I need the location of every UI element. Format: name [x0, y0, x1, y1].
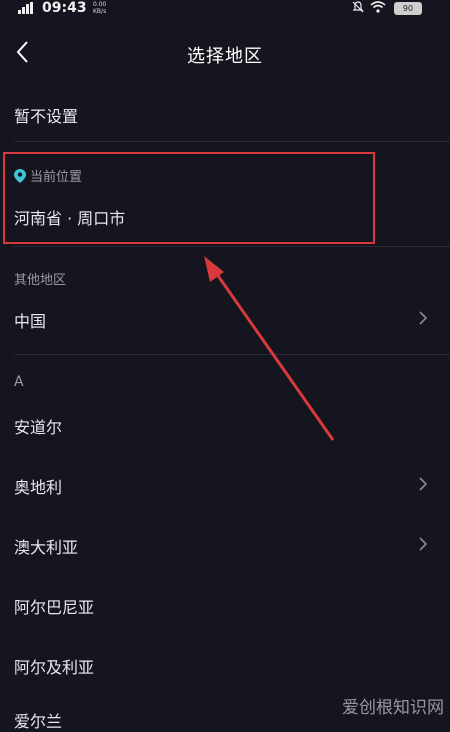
region-item[interactable]: 奥地利 — [14, 474, 62, 498]
net-speed-unit: KB/s — [93, 8, 107, 15]
divider — [14, 246, 450, 247]
header: 选择地区 — [0, 30, 450, 78]
signal-icon — [18, 2, 38, 17]
region-item[interactable]: 阿尔巴尼亚 — [14, 594, 94, 618]
watermark: 爱创根知识网 — [342, 698, 444, 718]
net-speed-value: 0.00 — [93, 1, 107, 8]
region-item[interactable]: 爱尔兰 — [14, 708, 62, 732]
region-item[interactable]: 澳大利亚 — [14, 534, 78, 558]
divider — [14, 141, 450, 142]
region-item-china[interactable]: 中国 — [14, 308, 46, 332]
chevron-right-icon — [418, 536, 428, 551]
divider — [14, 354, 450, 355]
battery-icon: 90 — [394, 2, 422, 15]
section-letter-a: A — [14, 374, 24, 390]
region-item[interactable]: 安道尔 — [14, 414, 62, 438]
chevron-right-icon — [418, 310, 428, 325]
clock: 09:43 — [42, 0, 87, 16]
annotation-highlight-box — [3, 152, 375, 244]
status-bar: 09:43 0.00 KB/s 90 — [0, 0, 450, 18]
other-regions-label: 其他地区 — [14, 273, 67, 288]
page-title: 选择地区 — [187, 46, 263, 67]
chevron-right-icon — [418, 476, 428, 491]
wifi-icon — [370, 1, 386, 16]
region-item[interactable]: 阿尔及利亚 — [14, 654, 94, 678]
net-speed: 0.00 KB/s — [93, 1, 106, 15]
not-set-option[interactable]: 暂不设置 — [14, 103, 78, 127]
mute-icon — [352, 1, 364, 16]
